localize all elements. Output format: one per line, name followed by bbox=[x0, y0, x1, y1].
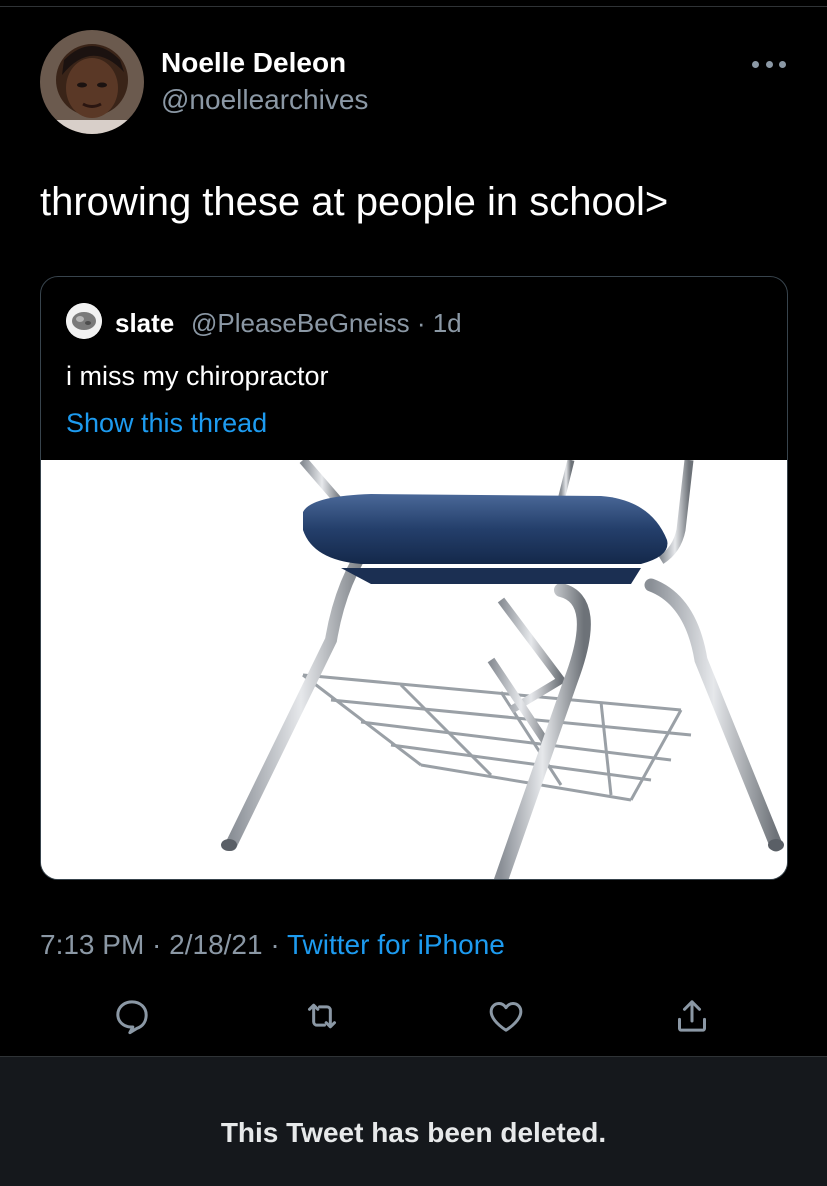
author-avatar[interactable] bbox=[40, 30, 144, 134]
share-button[interactable] bbox=[672, 996, 712, 1036]
more-dot bbox=[765, 60, 773, 68]
author-handle[interactable]: @noellearchives bbox=[161, 84, 368, 116]
retweet-icon bbox=[308, 1003, 336, 1029]
quoted-author-name[interactable]: slate bbox=[115, 308, 174, 339]
like-button[interactable] bbox=[486, 996, 526, 1036]
more-options-icon[interactable] bbox=[752, 52, 786, 76]
tweet-metadata: 7:13 PM · 2/18/21 · Twitter for iPhone bbox=[40, 929, 505, 961]
more-dot bbox=[779, 60, 786, 68]
source-link[interactable]: Twitter for iPhone bbox=[287, 929, 505, 960]
show-thread-link[interactable]: Show this thread bbox=[66, 408, 267, 439]
heart-icon bbox=[489, 1002, 523, 1032]
share-icon bbox=[678, 1000, 706, 1032]
quoted-tweet-text: i miss my chiropractor bbox=[66, 361, 329, 391]
timestamp[interactable]: 7:13 PM · 2/18/21 · bbox=[40, 929, 287, 960]
tweet-text: throwing these at people in school> bbox=[40, 180, 669, 224]
quoted-tweet-card[interactable]: slate @PleaseBeGneiss · 1d i miss my chi… bbox=[40, 276, 788, 880]
deleted-tweet-text: This Tweet has been deleted. bbox=[220, 1117, 607, 1148]
quoted-author-meta: @PleaseBeGneiss · 1d bbox=[191, 308, 462, 338]
top-divider bbox=[0, 6, 827, 7]
author-name[interactable]: Noelle Deleon bbox=[161, 47, 346, 79]
quoted-author-avatar[interactable] bbox=[66, 303, 102, 339]
reply-button[interactable] bbox=[112, 996, 152, 1036]
reply-icon bbox=[116, 1000, 148, 1035]
school-chair-image bbox=[41, 457, 787, 879]
more-dot bbox=[752, 60, 759, 68]
quoted-tweet-image[interactable] bbox=[41, 457, 787, 879]
retweet-button[interactable] bbox=[302, 996, 342, 1036]
